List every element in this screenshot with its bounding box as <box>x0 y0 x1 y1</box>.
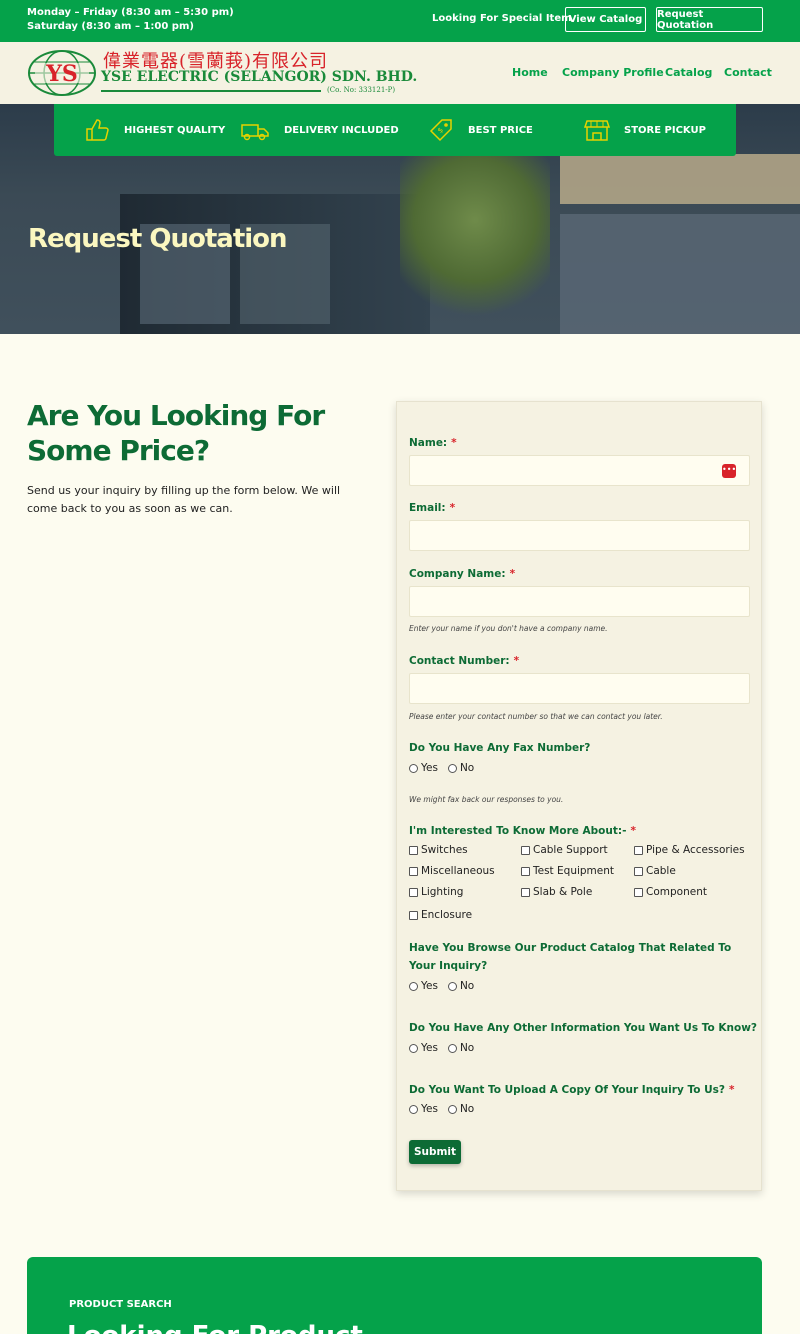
radio-button[interactable] <box>409 1104 418 1114</box>
autofill-menu-icon[interactable]: ••• <box>722 464 736 478</box>
nav-contact[interactable]: Contact <box>724 66 772 79</box>
interest-test-equipment[interactable]: Test Equipment <box>521 865 614 877</box>
checkbox[interactable] <box>521 887 530 897</box>
interest-cable[interactable]: Cable <box>634 865 676 877</box>
company-name-field[interactable] <box>409 586 750 617</box>
other-info-question-label: Do You Have Any Other Information You Wa… <box>409 1022 757 1034</box>
upload-yes-option[interactable]: Yes <box>409 1103 438 1115</box>
radio-button[interactable] <box>447 981 457 991</box>
email-label: Email: * <box>409 502 456 514</box>
interest-cable-support[interactable]: Cable Support <box>521 844 608 856</box>
page-title: Request Quotation <box>28 224 288 254</box>
top-bar: Monday – Friday (8:30 am – 5:30 pm) Satu… <box>0 0 800 42</box>
fax-hint: We might fax back our responses to you. <box>409 795 564 804</box>
feature-label: DELIVERY INCLUDED <box>284 124 399 136</box>
thumbs-up-icon <box>86 119 109 141</box>
product-search-banner: PRODUCT SEARCH Looking For Product <box>27 1257 762 1334</box>
interest-switches[interactable]: Switches <box>409 844 468 856</box>
checkbox[interactable] <box>634 866 643 876</box>
company-number: (Co. No: 333121-P) <box>327 86 396 94</box>
feature-best-price: $ BEST PRICE <box>428 104 533 156</box>
interest-pipe-accessories[interactable]: Pipe & Accessories <box>634 844 745 856</box>
interest-slab-pole[interactable]: Slab & Pole <box>521 886 592 898</box>
catalog-radio-group: Yes No <box>409 980 484 992</box>
hours-weekdays: Monday – Friday (8:30 am – 5:30 pm) <box>27 7 234 18</box>
other-info-yes-option[interactable]: Yes <box>409 1042 438 1054</box>
request-quotation-button[interactable]: Request Quotation <box>656 7 763 32</box>
feature-store-pickup: STORE PICKUP <box>584 104 706 156</box>
submit-button[interactable]: Submit <box>409 1140 461 1164</box>
checkbox[interactable] <box>521 866 530 876</box>
feature-band: HIGHEST QUALITY DELIVERY INCLUDED $ BEST… <box>54 104 736 156</box>
hours-saturday: Saturday (8:30 am – 1:00 pm) <box>27 21 194 32</box>
name-field[interactable]: ••• <box>409 455 750 486</box>
product-search-title: Looking For Product <box>67 1321 363 1334</box>
interest-lighting[interactable]: Lighting <box>409 886 463 898</box>
other-info-radio-group: Yes No <box>409 1042 484 1054</box>
feature-highest-quality: HIGHEST QUALITY <box>84 104 225 156</box>
company-logo[interactable]: YS <box>27 49 97 97</box>
checkbox[interactable] <box>521 845 530 855</box>
fax-no-option[interactable]: No <box>447 762 474 774</box>
nav-company-profile[interactable]: Company Profile <box>562 66 664 79</box>
interest-label: I'm Interested To Know More About:- * <box>409 825 636 837</box>
radio-button[interactable] <box>447 1043 457 1053</box>
contact-number-field[interactable] <box>409 673 750 704</box>
radio-button[interactable] <box>409 981 418 991</box>
hero-photo-signboard <box>560 154 800 204</box>
checkbox[interactable] <box>409 910 418 920</box>
nav-home[interactable]: Home <box>512 66 548 79</box>
company-english-name: YSE ELECTRIC (SELANGOR) SDN. BHD. <box>101 69 418 85</box>
radio-button[interactable] <box>409 763 418 773</box>
radio-button[interactable] <box>447 1104 457 1114</box>
product-search-kicker: PRODUCT SEARCH <box>69 1299 172 1310</box>
name-label: Name: * <box>409 437 457 449</box>
contact-number-label: Contact Number: * <box>409 655 520 667</box>
radio-button[interactable] <box>447 763 457 773</box>
fax-question-label: Do You Have Any Fax Number? <box>409 742 591 754</box>
checkbox[interactable] <box>634 887 643 897</box>
view-catalog-button[interactable]: View Catalog <box>565 7 646 32</box>
other-info-no-option[interactable]: No <box>447 1042 474 1054</box>
hero-photo-tree <box>400 144 550 334</box>
contact-number-hint: Please enter your contact number so that… <box>409 712 663 721</box>
company-name-label: Company Name: * <box>409 568 516 580</box>
intro-text: Send us your inquiry by filling up the f… <box>27 484 341 515</box>
interest-enclosure[interactable]: Enclosure <box>409 909 472 921</box>
checkbox[interactable] <box>409 887 418 897</box>
intro-heading: Are You Looking For Some Price? <box>27 399 325 467</box>
quotation-form: Name: * ••• Email: * Company Name: * Enter … <box>396 401 762 1191</box>
hero-photo-shop-right <box>560 214 800 334</box>
storefront-icon <box>584 120 610 141</box>
catalog-no-option[interactable]: No <box>447 980 474 992</box>
radio-button[interactable] <box>409 1043 418 1053</box>
upload-radio-group: Yes No <box>409 1103 484 1115</box>
interest-component[interactable]: Component <box>634 886 707 898</box>
svg-text:$: $ <box>436 126 445 135</box>
email-field[interactable] <box>409 520 750 551</box>
feature-label: HIGHEST QUALITY <box>124 124 226 136</box>
upload-question-label: Do You Want To Upload A Copy Of Your Inq… <box>409 1084 735 1096</box>
business-hours: Monday – Friday (8:30 am – 5:30 pm) Satu… <box>27 6 234 34</box>
delivery-truck-icon <box>241 124 269 141</box>
fax-radio-group: Yes No <box>409 762 484 774</box>
checkbox[interactable] <box>634 845 643 855</box>
price-tag-icon: $ <box>429 119 452 142</box>
feature-label: BEST PRICE <box>468 124 533 136</box>
logo-underline <box>101 90 321 92</box>
upload-no-option[interactable]: No <box>447 1103 474 1115</box>
fax-yes-option[interactable]: Yes <box>409 762 438 774</box>
feature-label: STORE PICKUP <box>624 124 706 136</box>
company-name-hint: Enter your name if you don't have a comp… <box>409 624 608 633</box>
checkbox[interactable] <box>409 845 418 855</box>
special-item-text: Looking For Special Item <box>432 13 572 24</box>
site-header: YS 偉業電器(雪蘭莪)有限公司 YSE ELECTRIC (SELANGOR)… <box>0 42 800 104</box>
feature-delivery-included: DELIVERY INCLUDED <box>240 104 399 156</box>
checkbox[interactable] <box>409 866 418 876</box>
nav-catalog[interactable]: Catalog <box>665 66 712 79</box>
svg-text:YS: YS <box>45 61 78 87</box>
catalog-yes-option[interactable]: Yes <box>409 980 438 992</box>
interest-miscellaneous[interactable]: Miscellaneous <box>409 865 495 877</box>
catalog-question-label: Have You Browse Our Product Catalog That… <box>409 942 732 972</box>
